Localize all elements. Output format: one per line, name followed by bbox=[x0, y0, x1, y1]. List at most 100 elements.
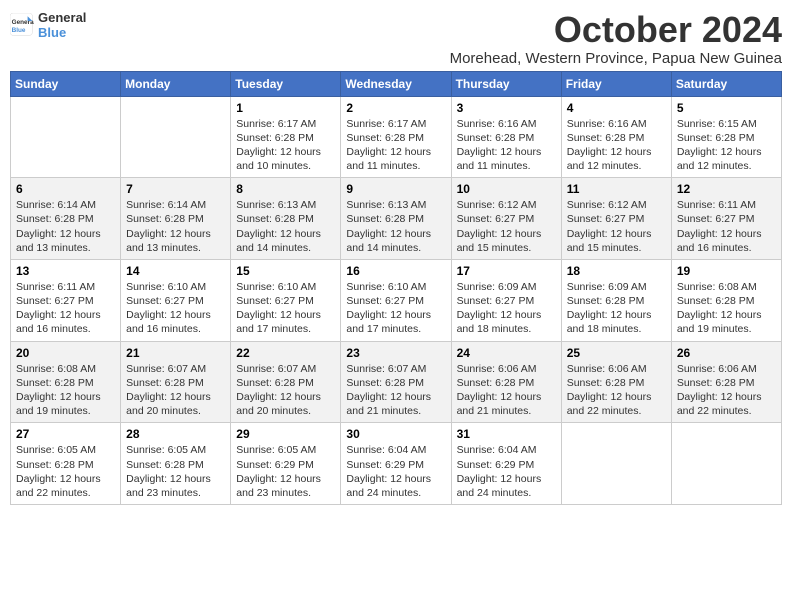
day-number: 26 bbox=[677, 346, 776, 360]
day-number: 25 bbox=[567, 346, 666, 360]
day-number: 30 bbox=[346, 427, 445, 441]
day-number: 15 bbox=[236, 264, 335, 278]
day-number: 2 bbox=[346, 101, 445, 115]
calendar-cell: 31Sunrise: 6:04 AMSunset: 6:29 PMDayligh… bbox=[451, 423, 561, 505]
day-info: Sunrise: 6:16 AMSunset: 6:28 PMDaylight:… bbox=[567, 117, 666, 174]
calendar-header-row: SundayMondayTuesdayWednesdayThursdayFrid… bbox=[11, 71, 782, 96]
day-info: Sunrise: 6:07 AMSunset: 6:28 PMDaylight:… bbox=[126, 362, 225, 419]
calendar-cell: 21 Sunrise: 6:07 AMSunset: 6:28 PMDayligh… bbox=[121, 341, 231, 423]
day-info: Sunrise: 6:05 AMSunset: 6:28 PMDaylight:… bbox=[126, 443, 225, 500]
calendar-cell bbox=[561, 423, 671, 505]
logo-icon: General Blue bbox=[10, 13, 34, 37]
calendar-cell: 9 Sunrise: 6:13 AMSunset: 6:28 PMDaylight… bbox=[341, 178, 451, 260]
location: Morehead, Western Province, Papua New Gu… bbox=[450, 50, 782, 67]
month-title: October 2024 bbox=[450, 10, 782, 50]
day-number: 4 bbox=[567, 101, 666, 115]
day-info: Sunrise: 6:06 AMSunset: 6:28 PMDaylight:… bbox=[677, 362, 776, 419]
day-info: Sunrise: 6:12 AMSunset: 6:27 PMDaylight:… bbox=[567, 198, 666, 255]
svg-text:Blue: Blue bbox=[12, 27, 26, 34]
calendar-cell: 4 Sunrise: 6:16 AMSunset: 6:28 PMDaylight… bbox=[561, 96, 671, 178]
day-info: Sunrise: 6:04 AMSunset: 6:29 PMDaylight:… bbox=[346, 443, 445, 500]
calendar-cell: 2Sunrise: 6:17 AMSunset: 6:28 PMDaylight… bbox=[341, 96, 451, 178]
calendar-table: SundayMondayTuesdayWednesdayThursdayFrid… bbox=[10, 71, 782, 505]
calendar-week-2: 6 Sunrise: 6:14 AMSunset: 6:28 PMDaylight… bbox=[11, 178, 782, 260]
calendar-cell: 20Sunrise: 6:08 AMSunset: 6:28 PMDayligh… bbox=[11, 341, 121, 423]
calendar-cell bbox=[11, 96, 121, 178]
day-info: Sunrise: 6:04 AMSunset: 6:29 PMDaylight:… bbox=[457, 443, 556, 500]
calendar-cell: 7 Sunrise: 6:14 AMSunset: 6:28 PMDaylight… bbox=[121, 178, 231, 260]
col-header-wednesday: Wednesday bbox=[341, 71, 451, 96]
day-info: Sunrise: 6:10 AMSunset: 6:27 PMDaylight:… bbox=[236, 280, 335, 337]
calendar-cell: 27Sunrise: 6:05 AMSunset: 6:28 PMDayligh… bbox=[11, 423, 121, 505]
day-info: Sunrise: 6:11 AMSunset: 6:27 PMDaylight:… bbox=[16, 280, 115, 337]
day-info: Sunrise: 6:15 AMSunset: 6:28 PMDaylight:… bbox=[677, 117, 776, 174]
calendar-cell: 11Sunrise: 6:12 AMSunset: 6:27 PMDayligh… bbox=[561, 178, 671, 260]
day-number: 29 bbox=[236, 427, 335, 441]
calendar-cell bbox=[121, 96, 231, 178]
calendar-week-4: 20Sunrise: 6:08 AMSunset: 6:28 PMDayligh… bbox=[11, 341, 782, 423]
day-info: Sunrise: 6:06 AMSunset: 6:28 PMDaylight:… bbox=[567, 362, 666, 419]
day-info: Sunrise: 6:14 AMSunset: 6:28 PMDaylight:… bbox=[16, 198, 115, 255]
col-header-thursday: Thursday bbox=[451, 71, 561, 96]
day-info: Sunrise: 6:13 AMSunset: 6:28 PMDaylight:… bbox=[236, 198, 335, 255]
calendar-cell: 18 Sunrise: 6:09 AMSunset: 6:28 PMDayligh… bbox=[561, 259, 671, 341]
logo: General Blue General Blue bbox=[10, 10, 86, 40]
day-number: 13 bbox=[16, 264, 115, 278]
day-number: 16 bbox=[346, 264, 445, 278]
day-number: 17 bbox=[457, 264, 556, 278]
day-number: 1 bbox=[236, 101, 335, 115]
day-info: Sunrise: 6:13 AMSunset: 6:28 PMDaylight:… bbox=[346, 198, 445, 255]
col-header-tuesday: Tuesday bbox=[231, 71, 341, 96]
calendar-cell: 12Sunrise: 6:11 AMSunset: 6:27 PMDayligh… bbox=[671, 178, 781, 260]
day-info: Sunrise: 6:10 AMSunset: 6:27 PMDaylight:… bbox=[126, 280, 225, 337]
day-number: 10 bbox=[457, 182, 556, 196]
day-info: Sunrise: 6:17 AMSunset: 6:28 PMDaylight:… bbox=[236, 117, 335, 174]
calendar-cell: 16Sunrise: 6:10 AMSunset: 6:27 PMDayligh… bbox=[341, 259, 451, 341]
day-info: Sunrise: 6:07 AMSunset: 6:28 PMDaylight:… bbox=[346, 362, 445, 419]
day-number: 18 bbox=[567, 264, 666, 278]
calendar-cell: 24 Sunrise: 6:06 AMSunset: 6:28 PMDayligh… bbox=[451, 341, 561, 423]
day-info: Sunrise: 6:11 AMSunset: 6:27 PMDaylight:… bbox=[677, 198, 776, 255]
day-info: Sunrise: 6:16 AMSunset: 6:28 PMDaylight:… bbox=[457, 117, 556, 174]
day-number: 8 bbox=[236, 182, 335, 196]
col-header-sunday: Sunday bbox=[11, 71, 121, 96]
day-number: 6 bbox=[16, 182, 115, 196]
day-number: 7 bbox=[126, 182, 225, 196]
calendar-week-3: 13 Sunrise: 6:11 AMSunset: 6:27 PMDayligh… bbox=[11, 259, 782, 341]
calendar-cell: 30 Sunrise: 6:04 AMSunset: 6:29 PMDayligh… bbox=[341, 423, 451, 505]
calendar-cell: 22 Sunrise: 6:07 AMSunset: 6:28 PMDayligh… bbox=[231, 341, 341, 423]
calendar-cell: 1 Sunrise: 6:17 AMSunset: 6:28 PMDaylight… bbox=[231, 96, 341, 178]
col-header-friday: Friday bbox=[561, 71, 671, 96]
day-info: Sunrise: 6:08 AMSunset: 6:28 PMDaylight:… bbox=[16, 362, 115, 419]
calendar-week-1: 1 Sunrise: 6:17 AMSunset: 6:28 PMDaylight… bbox=[11, 96, 782, 178]
day-info: Sunrise: 6:09 AMSunset: 6:28 PMDaylight:… bbox=[567, 280, 666, 337]
calendar-cell: 25 Sunrise: 6:06 AMSunset: 6:28 PMDayligh… bbox=[561, 341, 671, 423]
logo-line1: General bbox=[38, 10, 86, 25]
day-number: 5 bbox=[677, 101, 776, 115]
calendar-cell: 15 Sunrise: 6:10 AMSunset: 6:27 PMDayligh… bbox=[231, 259, 341, 341]
calendar-cell: 26 Sunrise: 6:06 AMSunset: 6:28 PMDayligh… bbox=[671, 341, 781, 423]
calendar-cell: 3 Sunrise: 6:16 AMSunset: 6:28 PMDaylight… bbox=[451, 96, 561, 178]
calendar-cell: 5 Sunrise: 6:15 AMSunset: 6:28 PMDaylight… bbox=[671, 96, 781, 178]
day-number: 14 bbox=[126, 264, 225, 278]
day-number: 22 bbox=[236, 346, 335, 360]
logo-line2: Blue bbox=[38, 25, 86, 40]
day-number: 3 bbox=[457, 101, 556, 115]
day-number: 21 bbox=[126, 346, 225, 360]
day-info: Sunrise: 6:09 AMSunset: 6:27 PMDaylight:… bbox=[457, 280, 556, 337]
day-info: Sunrise: 6:12 AMSunset: 6:27 PMDaylight:… bbox=[457, 198, 556, 255]
day-number: 24 bbox=[457, 346, 556, 360]
calendar-cell: 28 Sunrise: 6:05 AMSunset: 6:28 PMDayligh… bbox=[121, 423, 231, 505]
title-area: October 2024 Morehead, Western Province,… bbox=[450, 10, 782, 67]
col-header-saturday: Saturday bbox=[671, 71, 781, 96]
day-number: 28 bbox=[126, 427, 225, 441]
col-header-monday: Monday bbox=[121, 71, 231, 96]
day-number: 9 bbox=[346, 182, 445, 196]
calendar-week-5: 27Sunrise: 6:05 AMSunset: 6:28 PMDayligh… bbox=[11, 423, 782, 505]
day-info: Sunrise: 6:05 AMSunset: 6:28 PMDaylight:… bbox=[16, 443, 115, 500]
calendar-cell: 8 Sunrise: 6:13 AMSunset: 6:28 PMDaylight… bbox=[231, 178, 341, 260]
day-info: Sunrise: 6:14 AMSunset: 6:28 PMDaylight:… bbox=[126, 198, 225, 255]
calendar-cell: 19Sunrise: 6:08 AMSunset: 6:28 PMDayligh… bbox=[671, 259, 781, 341]
day-info: Sunrise: 6:06 AMSunset: 6:28 PMDaylight:… bbox=[457, 362, 556, 419]
day-info: Sunrise: 6:07 AMSunset: 6:28 PMDaylight:… bbox=[236, 362, 335, 419]
